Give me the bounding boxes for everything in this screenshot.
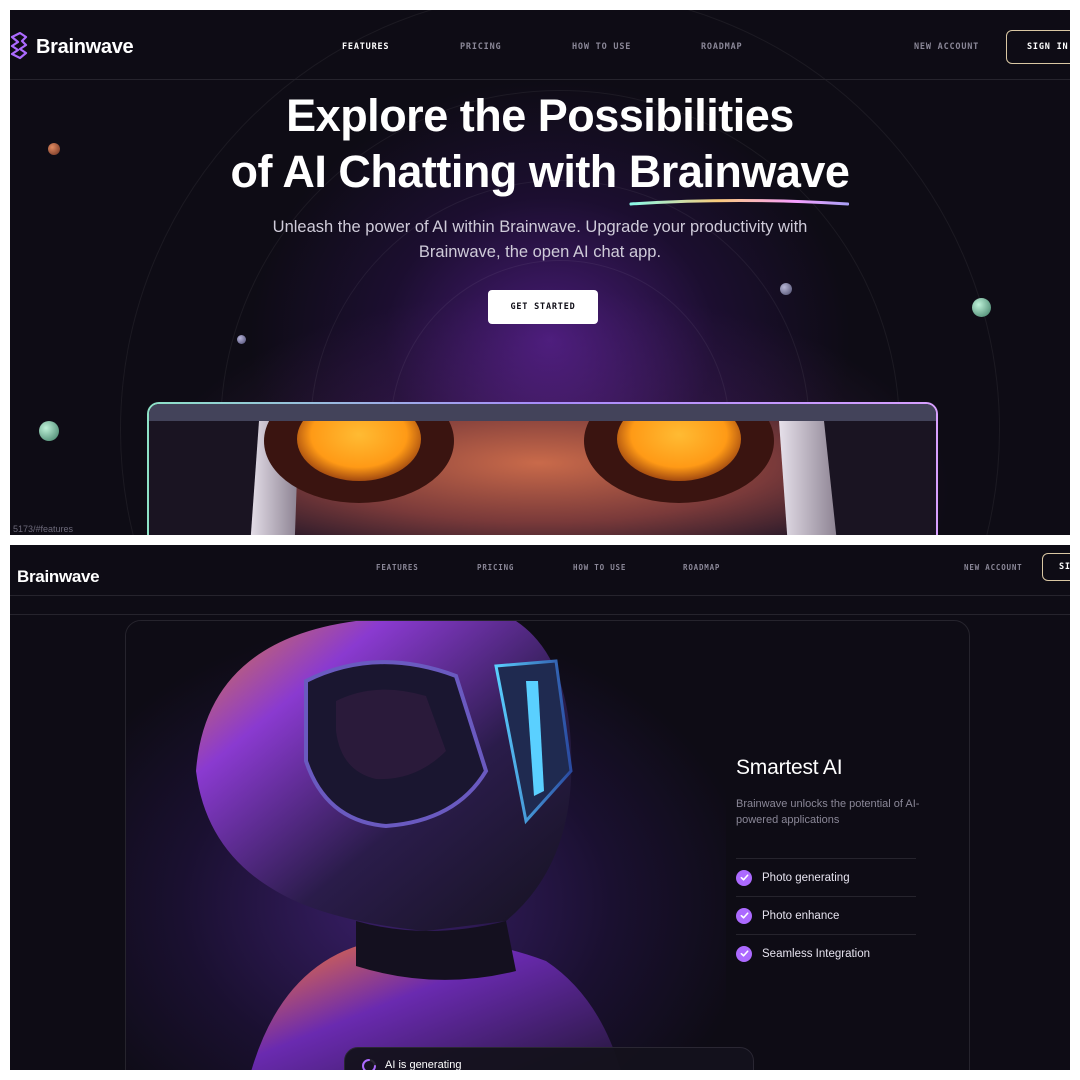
check-icon	[736, 945, 752, 962]
top-navigation: Brainwave FEATURES PRICING HOW TO USE RO…	[10, 545, 1070, 615]
nav-link-roadmap[interactable]: ROADMAP	[701, 42, 742, 52]
brand-underline-decoration	[629, 199, 849, 206]
ai-generating-box: AI is generating	[344, 1047, 754, 1070]
loader-icon	[362, 1059, 376, 1070]
feature-description: Brainwave unlocks the potential of AI-po…	[736, 798, 920, 826]
feature-title: Smartest AI	[736, 756, 843, 779]
decor-orb	[780, 283, 792, 295]
sign-in-button[interactable]: SIGN IN	[1006, 30, 1070, 64]
brainwave-logo-icon	[10, 32, 28, 60]
device-top-bar	[149, 404, 936, 421]
feature-item-label: Photo generating	[762, 871, 850, 884]
nav-link-pricing[interactable]: PRICING	[460, 42, 501, 52]
helmet-figure-image	[126, 621, 726, 1070]
feature-list: Photo generating Photo enhance Seamless …	[736, 858, 916, 972]
list-item: Seamless Integration	[736, 934, 916, 972]
feature-card: Smartest AI Brainwave unlocks the potent…	[125, 620, 970, 1070]
nav-link-pricing[interactable]: PRICING	[477, 563, 514, 572]
new-account-link[interactable]: NEW ACCOUNT	[914, 42, 979, 52]
brand-name: Brainwave	[17, 567, 100, 586]
browser-status-url: 5173/#features	[10, 523, 77, 535]
feature-item-label: Photo enhance	[762, 909, 840, 922]
check-icon	[736, 869, 752, 886]
hero-subtitle-line2: Brainwave, the open AI chat app.	[418, 243, 662, 261]
nav-link-features[interactable]: FEATURES	[342, 42, 389, 52]
decor-orb	[39, 421, 59, 441]
robot-image	[149, 421, 936, 535]
new-account-link[interactable]: NEW ACCOUNT	[964, 563, 1022, 572]
get-started-button[interactable]: GET STARTED	[488, 290, 598, 324]
brand-name: Brainwave	[36, 35, 134, 58]
hero-brand-word: Brainwave	[628, 146, 850, 197]
decor-orb	[237, 335, 246, 344]
hero-subtitle: Unleash the power of AI within Brainwave…	[10, 215, 1070, 265]
hero-title-line2: of AI Chatting with	[230, 146, 629, 197]
hero-device-frame	[147, 402, 938, 535]
hero-title-line1: Explore the Possibilities	[286, 90, 794, 141]
feature-screenshot: Brainwave FEATURES PRICING HOW TO USE RO…	[10, 545, 1070, 1070]
nav-link-how-to-use[interactable]: HOW TO USE	[573, 563, 626, 572]
top-navigation: Brainwave FEATURES PRICING HOW TO USE RO…	[10, 10, 1070, 80]
feature-item-label: Seamless Integration	[762, 947, 871, 960]
nav-link-roadmap[interactable]: ROADMAP	[683, 563, 720, 572]
brand-logo[interactable]: Brainwave	[17, 567, 100, 587]
nav-link-how-to-use[interactable]: HOW TO USE	[572, 42, 631, 52]
hero-screenshot: Brainwave FEATURES PRICING HOW TO USE RO…	[10, 10, 1070, 535]
sign-in-button[interactable]: SI	[1042, 553, 1070, 581]
hero-device-screen	[149, 404, 936, 535]
list-item: Photo enhance	[736, 896, 916, 934]
hero-title-brand: Brainwave	[628, 144, 850, 206]
hero-subtitle-line1: Unleash the power of AI within Brainwave…	[272, 218, 808, 236]
ai-generating-label: AI is generating	[385, 1059, 462, 1070]
sign-in-label: SI	[1059, 562, 1070, 572]
sign-in-label: SIGN IN	[1027, 42, 1069, 52]
check-icon	[736, 907, 752, 924]
list-item: Photo generating	[736, 858, 916, 896]
hero-title: Explore the Possibilities of AI Chatting…	[10, 88, 1070, 206]
brand-logo[interactable]: Brainwave	[10, 32, 134, 62]
decor-orb	[972, 298, 991, 317]
nav-link-features[interactable]: FEATURES	[376, 563, 419, 572]
